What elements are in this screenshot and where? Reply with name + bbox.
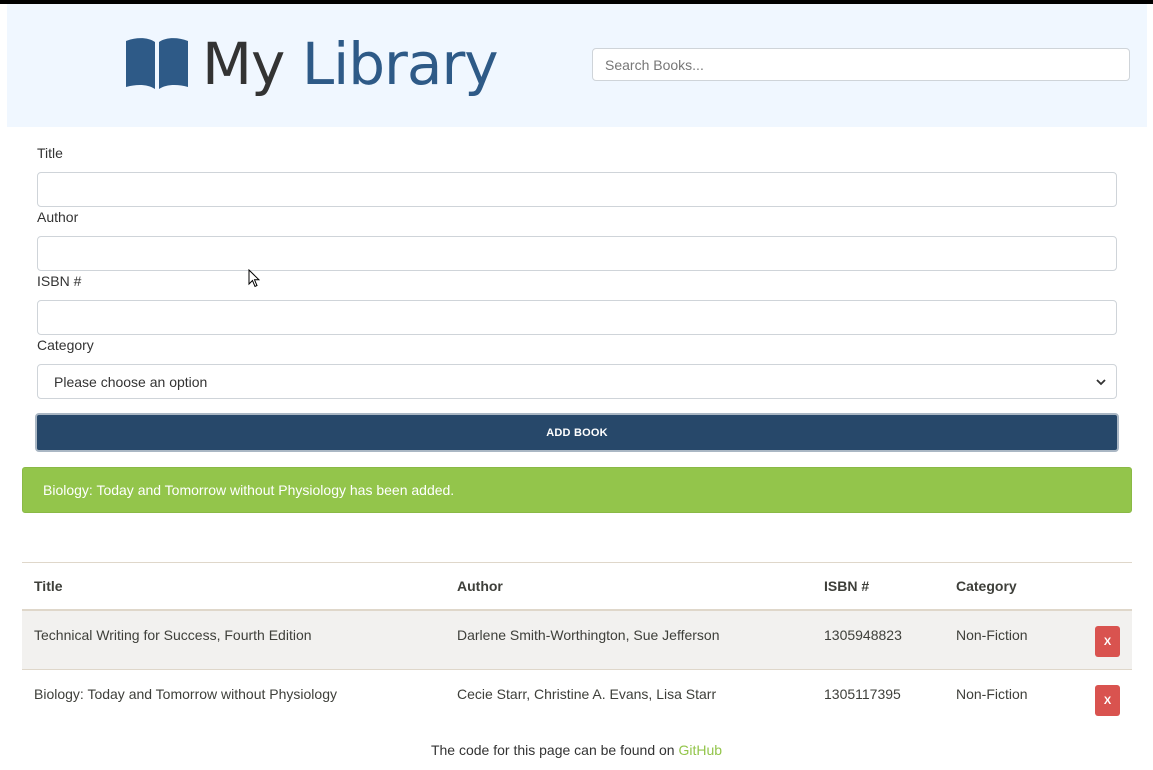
- header-author: Author: [457, 578, 503, 594]
- page-header: My Library: [7, 4, 1147, 127]
- table-row: Biology: Today and Tomorrow without Phys…: [22, 669, 1132, 728]
- cell-author: Cecie Starr, Christine A. Evans, Lisa St…: [457, 686, 717, 702]
- author-input[interactable]: [37, 236, 1117, 271]
- open-book-icon: [126, 38, 188, 89]
- title-label: Title: [37, 145, 63, 161]
- books-table: Title Author ISBN # Category Technical W…: [22, 562, 1132, 728]
- table-header: Title Author ISBN # Category: [22, 562, 1132, 611]
- cell-title: Technical Writing for Success, Fourth Ed…: [34, 627, 312, 643]
- cell-isbn: 1305117395: [824, 686, 901, 702]
- footer-text: The code for this page can be found on: [430, 742, 675, 758]
- table-row: Technical Writing for Success, Fourth Ed…: [22, 611, 1132, 669]
- cell-category: Non-Fiction: [956, 686, 1028, 702]
- page-footer: The code for this page can be found on G…: [0, 742, 1153, 758]
- header-isbn: ISBN #: [824, 578, 870, 594]
- github-link[interactable]: GitHub: [678, 742, 722, 758]
- mouse-cursor-icon: [248, 269, 260, 288]
- cell-category: Non-Fiction: [956, 627, 1028, 643]
- title-input[interactable]: [37, 172, 1117, 207]
- cell-author: Darlene Smith-Worthington, Sue Jefferson: [457, 627, 720, 643]
- author-label: Author: [37, 209, 79, 225]
- delete-button[interactable]: X: [1095, 626, 1120, 657]
- header-title: Title: [34, 578, 63, 594]
- category-select[interactable]: Please choose an option: [37, 364, 1117, 399]
- category-selected-value: Please choose an option: [54, 374, 208, 390]
- chevron-down-icon: [1096, 379, 1106, 386]
- cell-isbn: 1305948823: [824, 627, 902, 643]
- delete-button[interactable]: X: [1095, 685, 1120, 716]
- isbn-input[interactable]: [37, 300, 1117, 335]
- brand-title-library: Library: [301, 30, 499, 98]
- brand-title: My Library: [202, 34, 499, 94]
- brand-logo[interactable]: My Library: [124, 28, 499, 100]
- cell-title: Biology: Today and Tomorrow without Phys…: [34, 686, 337, 702]
- category-label: Category: [37, 337, 94, 353]
- add-book-button[interactable]: ADD BOOK: [35, 413, 1119, 452]
- header-category: Category: [956, 578, 1017, 594]
- search-input[interactable]: [592, 48, 1130, 81]
- isbn-label: ISBN #: [37, 273, 82, 289]
- brand-title-my: My: [202, 30, 285, 98]
- success-alert: Biology: Today and Tomorrow without Phys…: [22, 467, 1132, 513]
